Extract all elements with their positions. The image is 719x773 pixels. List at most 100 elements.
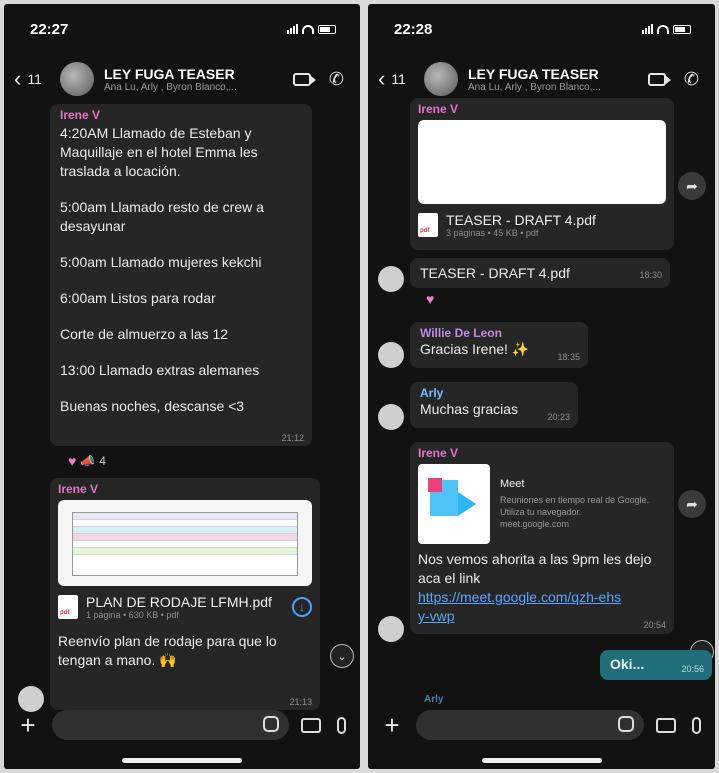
input-bar: + bbox=[368, 705, 715, 745]
avatar[interactable] bbox=[378, 342, 404, 368]
video-call-icon[interactable] bbox=[647, 72, 671, 86]
message-link[interactable]: Irene V Meet Reuniones en tiempo real de… bbox=[410, 442, 674, 634]
reaction-count: 4 bbox=[99, 454, 106, 468]
message-sender: Irene V bbox=[60, 108, 101, 122]
schedule-line: Corte de almuerzo a las 12 bbox=[60, 326, 229, 342]
message-text[interactable]: Willie De Leon Gracias Irene! ✨ 18:35 bbox=[410, 322, 588, 368]
sticker-icon[interactable] bbox=[263, 716, 279, 732]
file-meta: 3 páginas • 45 KB • pdf bbox=[446, 228, 539, 238]
status-bar: 22:27 bbox=[4, 4, 360, 54]
schedule-line: 13:00 Llamado extras alemanes bbox=[60, 362, 260, 378]
avatar[interactable] bbox=[378, 616, 404, 642]
mic-icon[interactable] bbox=[692, 716, 701, 734]
signal-icon bbox=[287, 24, 298, 34]
file-meta: 1 página • 630 KB • pdf bbox=[86, 610, 179, 620]
download-icon[interactable]: ↓ bbox=[292, 597, 312, 617]
schedule-line: 6:00am Listos para rodar bbox=[60, 290, 216, 306]
camera-icon[interactable] bbox=[301, 717, 321, 733]
left-screenshot: 22:27 ‹ 11 LEY FUGA TEASER Ana Lu, Arly … bbox=[4, 4, 360, 769]
message-sender: Willie De Leon bbox=[420, 326, 502, 340]
group-members: Ana Lu, Arly , Byron Blanco,... bbox=[104, 81, 237, 93]
phone-call-icon[interactable]: ✆ bbox=[329, 69, 344, 90]
message-time: 21:12 bbox=[281, 433, 304, 443]
right-screenshot: 22:28 ‹ 11 LEY FUGA TEASER Ana Lu, Arly … bbox=[368, 4, 715, 769]
message-pdf[interactable]: Irene V TEASER - DRAFT 4.pdf 3 páginas •… bbox=[410, 98, 674, 250]
message-sender: Irene V bbox=[58, 482, 99, 496]
group-info[interactable]: LEY FUGA TEASER Ana Lu, Arly , Byron Bla… bbox=[468, 66, 648, 93]
group-info[interactable]: LEY FUGA TEASER Ana Lu, Arly , Byron Bla… bbox=[104, 66, 293, 93]
camera-icon[interactable] bbox=[656, 717, 676, 733]
wifi-icon bbox=[657, 24, 669, 34]
back-chevron-icon: ‹ bbox=[14, 66, 22, 91]
message-pdf[interactable]: Irene V PLAN DE RODAJE LFMH.pdf 1 página… bbox=[50, 478, 320, 710]
status-time: 22:27 bbox=[30, 20, 69, 38]
message-time: 20:54 bbox=[643, 620, 666, 630]
pdf-preview[interactable] bbox=[58, 500, 312, 586]
group-avatar[interactable] bbox=[60, 62, 94, 96]
partial-sender: Arly bbox=[424, 694, 444, 705]
input-bar: + bbox=[4, 705, 360, 745]
heart-icon: ♥ bbox=[426, 291, 435, 307]
preview-title: Meet bbox=[500, 478, 525, 490]
message-sender: Irene V bbox=[418, 102, 459, 116]
avatar[interactable] bbox=[378, 404, 404, 430]
chat-header: ‹ 11 LEY FUGA TEASER Ana Lu, Arly , Byro… bbox=[4, 56, 360, 102]
forward-icon[interactable]: ➦ bbox=[678, 490, 706, 518]
schedule-line: 5:00am Llamado mujeres kekchi bbox=[60, 254, 262, 270]
preview-description: Reuniones en tiempo real de Google. Util… bbox=[500, 495, 650, 517]
plus-icon[interactable]: + bbox=[16, 710, 40, 741]
avatar[interactable] bbox=[378, 266, 404, 292]
mic-icon[interactable] bbox=[337, 716, 346, 734]
message-outgoing[interactable]: Oki... 20:56 bbox=[600, 650, 712, 680]
pdf-icon bbox=[418, 213, 438, 237]
message-time: 20:56 bbox=[681, 664, 704, 674]
message-input[interactable] bbox=[52, 710, 289, 740]
back-button[interactable]: ‹ 11 bbox=[378, 68, 418, 90]
group-title: LEY FUGA TEASER bbox=[104, 65, 235, 82]
phone-call-icon[interactable]: ✆ bbox=[684, 69, 699, 90]
plus-icon[interactable]: + bbox=[380, 710, 404, 741]
video-call-icon[interactable] bbox=[292, 72, 316, 86]
message-text[interactable]: TEASER - DRAFT 4.pdf 18:30 bbox=[410, 258, 670, 288]
group-title: LEY FUGA TEASER bbox=[468, 65, 599, 82]
signal-icon bbox=[642, 24, 653, 34]
message-sender: Arly bbox=[420, 386, 444, 400]
message-schedule[interactable]: Irene V 4:20AM Llamado de Esteban y Maqu… bbox=[50, 104, 312, 446]
wifi-icon bbox=[302, 24, 314, 34]
message-sender: Irene V bbox=[418, 446, 459, 460]
message-time: 20:23 bbox=[547, 412, 570, 422]
pdf-icon bbox=[58, 595, 78, 619]
schedule-line: 4:20AM Llamado de Esteban y Maquillaje e… bbox=[60, 125, 258, 179]
reactions[interactable]: ♥ bbox=[426, 291, 434, 307]
status-time: 22:28 bbox=[394, 20, 433, 38]
message-text[interactable]: Arly Muchas gracias 20:23 bbox=[410, 382, 578, 428]
schedule-line: 5:00am Llamado resto de crew a desayunar bbox=[60, 199, 264, 234]
heart-icon: ♥ bbox=[68, 453, 77, 469]
home-indicator bbox=[122, 758, 242, 763]
message-time: 18:35 bbox=[557, 352, 580, 362]
megaphone-icon: 📣 bbox=[80, 454, 96, 468]
reactions[interactable]: ♥ 📣 4 bbox=[68, 453, 106, 469]
battery-icon bbox=[318, 24, 336, 34]
group-members: Ana Lu, Arly , Byron Blanco,... bbox=[468, 81, 601, 93]
battery-icon bbox=[673, 24, 691, 34]
chat-header: ‹ 11 LEY FUGA TEASER Ana Lu, Arly , Byro… bbox=[368, 56, 715, 102]
message-input[interactable] bbox=[416, 710, 644, 740]
message-text: Reenvío plan de rodaje para que lo tenga… bbox=[58, 633, 277, 668]
group-avatar[interactable] bbox=[424, 62, 458, 96]
forward-icon[interactable]: ➦ bbox=[678, 172, 706, 200]
pdf-preview[interactable] bbox=[418, 120, 666, 204]
message-text: Nos vemos ahorita a las 9pm les dejo aca… bbox=[418, 551, 652, 586]
file-name: TEASER - DRAFT 4.pdf bbox=[446, 212, 596, 228]
file-name: PLAN DE RODAJE LFMH.pdf bbox=[86, 594, 272, 610]
schedule-line: Buenas noches, descanse <3 bbox=[60, 398, 245, 414]
home-indicator bbox=[481, 758, 602, 763]
meet-link[interactable]: https://meet.google.com/qzh-ehsy-vwp bbox=[418, 588, 628, 626]
back-button[interactable]: ‹ 11 bbox=[14, 68, 54, 90]
meet-logo bbox=[418, 464, 490, 544]
preview-domain: meet.google.com bbox=[500, 519, 570, 529]
status-bar: 22:28 bbox=[368, 4, 715, 54]
link-preview[interactable]: Meet Reuniones en tiempo real de Google.… bbox=[418, 464, 666, 544]
sticker-icon[interactable] bbox=[618, 716, 634, 732]
scroll-down-icon[interactable]: ⌄ bbox=[330, 644, 354, 668]
